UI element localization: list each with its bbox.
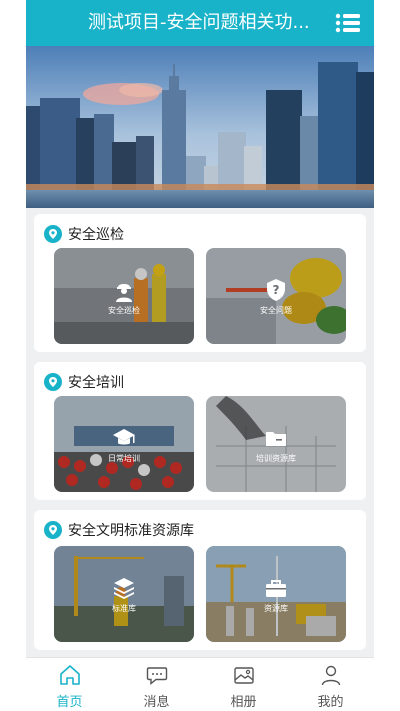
card-daily-training[interactable]: 日常培训 [54,396,194,492]
folder-icon [266,432,286,446]
tab-label: 消息 [143,695,170,710]
card-safety-inspection[interactable]: 安全巡检 [54,248,194,344]
card-standards-library[interactable]: 标准库 [54,546,194,642]
section-title: 安全巡检 [68,227,124,243]
worker-icon [116,284,132,302]
card-label: 标准库 [112,604,136,613]
tab-messages[interactable]: 消息 [113,658,200,711]
app-screen: 测试项目-安全问题相关功... 安全巡检 安全巡检 ? 安全问题 安全培训 日常… [26,0,374,711]
section-safety-inspection: 安全巡检 安全巡检 ? 安全问题 [34,214,366,352]
tab-label: 我的 [317,695,344,710]
card-label: 安全巡检 [108,306,140,315]
tab-profile[interactable]: 我的 [287,658,374,711]
graduation-cap-icon [113,429,135,445]
svg-text:?: ? [273,283,280,297]
section-standards-library: 安全文明标准资源库 标准库 资源库 [34,510,366,650]
app-header: 测试项目-安全问题相关功... [26,0,374,46]
card-label: 安全问题 [260,306,292,315]
user-icon [321,665,340,686]
banner-image [26,46,374,208]
section-title: 安全文明标准资源库 [68,523,194,539]
bottom-navigation: 首页 消息 相册 我的 [26,657,374,711]
tab-label: 相册 [230,695,257,710]
location-pin-icon [44,225,62,243]
home-icon [59,665,80,685]
page-title: 测试项目-安全问题相关功... [88,12,310,33]
card-resource-library[interactable]: 资源库 [206,546,346,642]
tab-label: 首页 [56,695,83,710]
card-training-resources[interactable]: 培训资源库 [206,396,346,492]
city-banner[interactable] [26,46,374,208]
tab-home[interactable]: 首页 [26,658,113,711]
list-menu-icon [335,13,360,33]
menu-button[interactable] [334,11,362,35]
message-icon [146,667,167,685]
location-pin-icon [44,521,62,539]
album-icon [233,667,254,684]
section-title: 安全培训 [68,375,124,391]
layers-icon [114,578,134,599]
card-safety-issues[interactable]: ? 安全问题 [206,248,346,344]
section-safety-training: 安全培训 日常培训 培训资源库 [34,362,366,500]
shield-question-icon: ? [267,279,285,301]
tab-album[interactable]: 相册 [200,658,287,711]
card-label: 资源库 [264,604,288,613]
toolbox-icon [266,580,286,597]
location-pin-icon [44,373,62,391]
card-label: 培训资源库 [256,454,296,463]
card-label: 日常培训 [108,454,140,463]
